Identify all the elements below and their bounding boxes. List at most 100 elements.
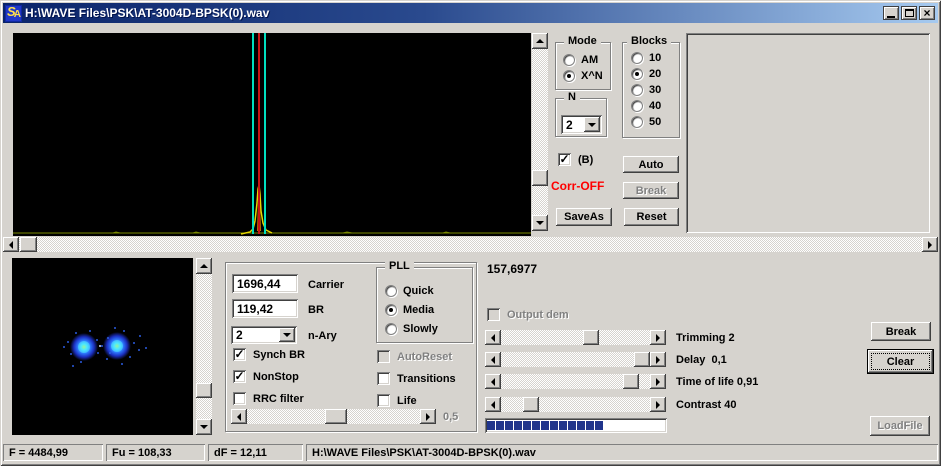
slider-left-button[interactable] [485,397,501,412]
scrollbar-track[interactable] [532,49,548,215]
spectrum-vertical-scrollbar[interactable] [532,33,548,231]
scroll-left-button[interactable] [3,237,19,252]
carrier-value: 1696,44 [237,277,280,291]
life-checkbox[interactable]: Life [377,394,417,407]
arrow-left-icon [487,378,495,386]
radio-media[interactable]: Media [385,304,434,316]
status-fu: Fu = 108,33 [106,444,205,461]
radio-blocks-30[interactable]: 30 [631,84,661,96]
arrow-down-icon [200,425,208,433]
checkbox-checked-icon [558,153,571,166]
checkbox-icon [377,394,390,407]
scroll-down-button[interactable] [532,215,548,231]
maximize-button[interactable] [901,6,917,20]
scroll-down-button[interactable] [196,419,212,435]
radio-blocks-20[interactable]: 20 [631,68,661,80]
radio-blocks-50[interactable]: 50 [631,116,661,128]
chevron-down-icon [283,333,291,341]
slider-left-button[interactable] [231,409,247,424]
slider-delay[interactable] [485,352,666,367]
clear-button[interactable]: Clear [868,350,933,373]
nary-combobox[interactable]: 2 [231,326,297,344]
slider-thumb[interactable] [583,330,599,345]
nonstop-checkbox[interactable]: NonStop [233,370,299,383]
close-button[interactable]: × [919,6,935,20]
slider-left-button[interactable] [485,352,501,367]
constellation-vertical-scrollbar[interactable] [196,258,212,435]
radio-icon [631,84,643,96]
close-icon: × [923,8,930,18]
scrollbar-track[interactable] [196,274,212,419]
nary-value: 2 [236,328,243,342]
app-icon: SA [6,6,21,21]
window-title: H:\WAVE Files\PSK\AT-3004D-BPSK(0).wav [25,6,269,20]
reset-button[interactable]: Reset [624,208,679,226]
arrow-left-icon [487,334,495,342]
slider-right-button[interactable] [650,397,666,412]
radio-slowly[interactable]: Slowly [385,323,438,335]
transitions-checkbox[interactable]: Transitions [377,372,456,385]
slider-thumb[interactable] [634,352,650,367]
delay-label: Delay 0,1 [676,354,727,366]
radio-selected-icon [631,68,643,80]
result-list-panel [686,33,930,233]
break-button[interactable]: Break [871,322,931,341]
synch-br-checkbox[interactable]: Synch BR [233,348,305,361]
arrow-down-icon [536,221,544,229]
n-combobox[interactable]: 2 [561,115,602,134]
scrollbar-thumb[interactable] [196,383,212,398]
slider-thumb[interactable] [325,409,347,424]
slider-right-button[interactable] [420,409,436,424]
scroll-up-button[interactable] [532,33,548,49]
arrow-right-icon [656,401,664,409]
checkbox-checked-icon [233,370,246,383]
slider-right-button[interactable] [650,352,666,367]
saveas-button[interactable]: SaveAs [556,208,612,226]
br-input[interactable]: 119,42 [232,299,298,318]
spectrum-display[interactable] [13,33,531,236]
scrollbar-track[interactable] [19,237,922,252]
minimize-button[interactable] [883,6,899,20]
arrow-right-icon [656,334,664,342]
slider-right-button[interactable] [650,374,666,389]
slider-track[interactable] [501,374,650,389]
carrier-input[interactable]: 1696,44 [232,274,298,293]
scrollbar-thumb[interactable] [532,170,548,186]
nary-label: n-Ary [308,330,337,342]
scroll-up-button[interactable] [196,258,212,274]
radio-xn[interactable]: X^N [563,70,603,82]
slider-track[interactable] [501,352,650,367]
radio-blocks-10[interactable]: 10 [631,52,661,64]
slider-left-button[interactable] [485,330,501,345]
scroll-right-button[interactable] [922,237,938,252]
slider-track[interactable] [247,409,420,424]
trimming-label: Trimming 2 [676,332,735,344]
slider-thumb[interactable] [623,374,639,389]
arrow-up-icon [200,260,208,268]
radio-am[interactable]: AM [563,54,598,66]
auto-button[interactable]: Auto [623,156,679,173]
slider-left-button[interactable] [485,374,501,389]
arrow-right-icon [426,413,434,421]
slider-track[interactable] [501,397,650,412]
pll-group-label: PLL [385,260,414,272]
radio-blocks-40[interactable]: 40 [631,100,661,112]
rrc-rolloff-slider[interactable] [231,409,436,424]
scrollbar-thumb[interactable] [20,237,37,252]
slider-trimming[interactable] [485,330,666,345]
arrow-left-icon [5,241,13,249]
slider-time-of-life[interactable] [485,374,666,389]
status-f: F = 4484,99 [3,444,103,461]
n-dropdown-button[interactable] [584,117,600,132]
b-checkbox[interactable]: (B) [558,153,593,166]
spectrum-horizontal-scrollbar[interactable] [3,237,938,252]
slider-track[interactable] [501,330,650,345]
arrow-right-icon [928,241,936,249]
radio-quick[interactable]: Quick [385,285,434,297]
slider-contrast[interactable] [485,397,666,412]
slider-thumb[interactable] [523,397,539,412]
slider-right-button[interactable] [650,330,666,345]
spectrum-trace [13,33,531,236]
rrc-filter-checkbox[interactable]: RRC filter [233,392,304,405]
nary-dropdown-button[interactable] [279,328,295,342]
